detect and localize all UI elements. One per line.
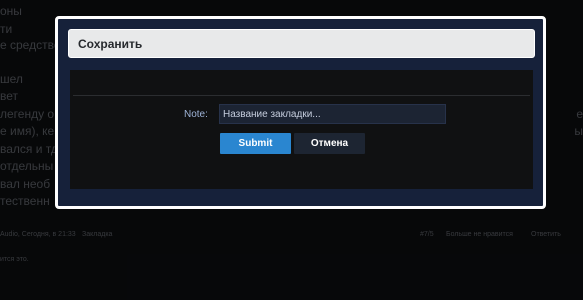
dialog-title: Сохранить: [78, 37, 143, 51]
dialog-header: Сохранить: [68, 29, 535, 58]
dialog-body: Note: Submit Отмена: [70, 70, 533, 189]
page: оны ти е средстве шел вет легенду о е им…: [0, 0, 583, 300]
divider: [73, 95, 530, 96]
cancel-button[interactable]: Отмена: [294, 133, 365, 154]
bookmark-note-input[interactable]: [219, 104, 446, 124]
save-bookmark-dialog: Сохранить Note: Submit Отмена: [55, 16, 546, 209]
note-label: Note:: [184, 109, 208, 120]
submit-button[interactable]: Submit: [220, 133, 291, 154]
